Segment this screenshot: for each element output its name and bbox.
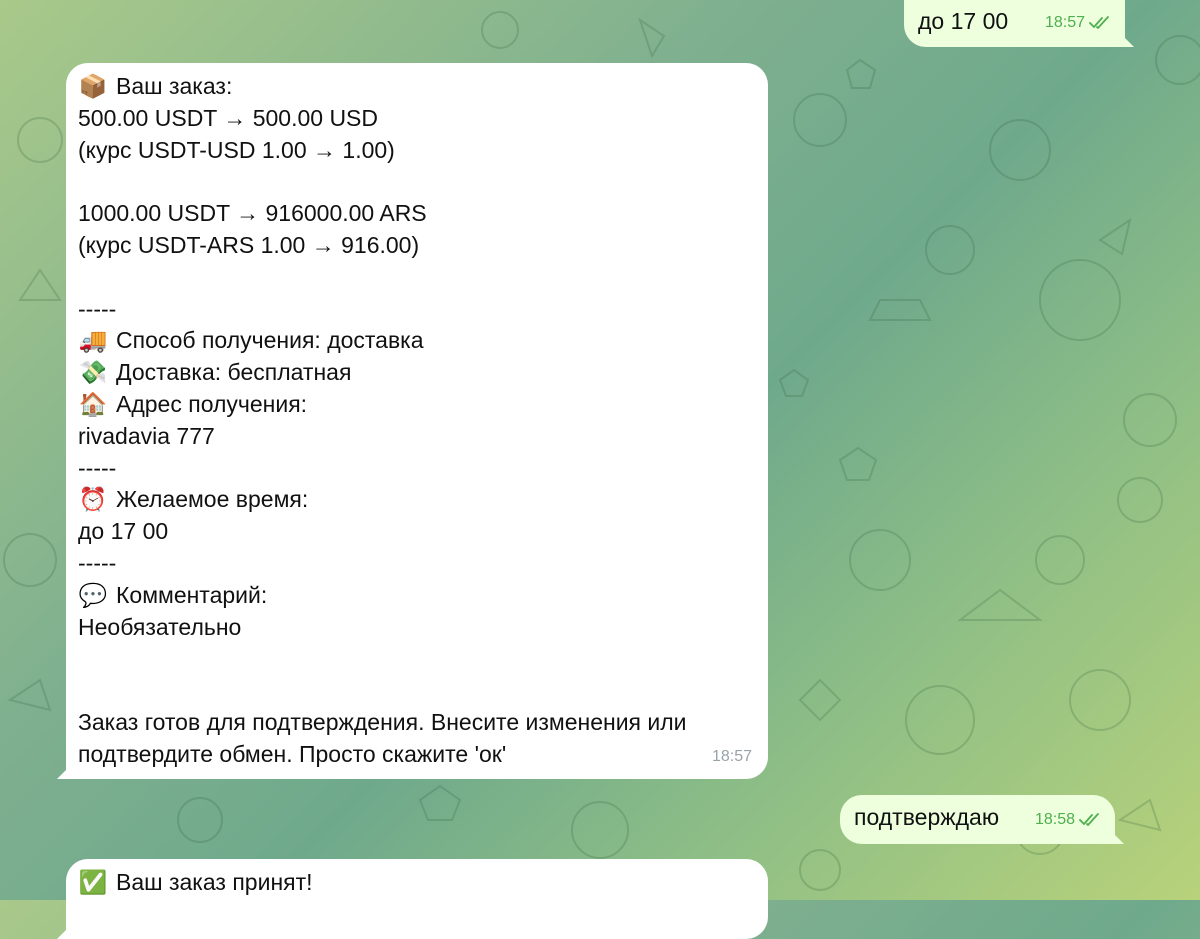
message-line-text: ----- <box>78 295 117 322</box>
message-line: 💸 Доставка: бесплатная <box>78 357 754 389</box>
message-line: до 17 00 <box>78 516 754 548</box>
message-line: ⏰ Желаемое время: <box>78 484 754 516</box>
message-time: 18:58 <box>1034 811 1075 829</box>
message-line-text: Комментарий: <box>116 581 268 608</box>
message-line: ----- <box>78 548 754 580</box>
message-line-text: подтвердите обмен. Просто скажите 'ок' <box>78 740 507 767</box>
message-line-text: Необязательно <box>78 613 242 640</box>
message-line-text: до 17 00 <box>78 518 169 545</box>
message-line-text: rivadavia 777 <box>78 422 215 449</box>
truck-icon: 🚚 <box>78 327 108 354</box>
message-line: Необязательно <box>78 612 754 644</box>
message-line: (курс USDT-ARS 1.00 → 916.00) <box>78 230 754 262</box>
message-line-text: Заказ готов для подтверждения. Внесите и… <box>78 708 687 735</box>
double-check-icon <box>1079 813 1099 826</box>
message-line: подтвердите обмен. Просто скажите 'ок' <box>78 739 754 771</box>
message-line: ✅ Ваш заказ принят! <box>78 867 754 899</box>
message-line: 💬 Комментарий: <box>78 580 754 612</box>
message-meta: 18:58 <box>1035 804 1101 836</box>
speech-bubble-icon: 💬 <box>78 581 108 608</box>
message-outgoing[interactable]: подтверждаю 18:58 <box>840 795 1115 844</box>
message-line: 🏠 Адрес получения: <box>78 389 754 421</box>
money-wings-icon: 💸 <box>78 359 108 386</box>
message-line: rivadavia 777 <box>78 421 754 453</box>
message-body: ✅ Ваш заказ принят! <box>78 867 754 899</box>
message-line-text: Ваш заказ: <box>116 73 233 99</box>
message-line <box>78 166 754 198</box>
message-line-text: (курс USDT-USD 1.00 → 1.00) <box>78 136 395 163</box>
message-meta: 18:57 <box>712 741 752 773</box>
message-line-text: Адрес получения: <box>116 390 308 417</box>
message-line <box>78 643 754 675</box>
message-line-text: Доставка: бесплатная <box>116 359 352 386</box>
message-line <box>78 262 754 294</box>
message-text: подтверждаю <box>854 804 1000 830</box>
message-line-text: ----- <box>78 549 117 576</box>
message-line: ----- <box>78 294 754 326</box>
house-icon: 🏠 <box>78 390 108 417</box>
message-text: до 17 00 <box>918 8 1009 34</box>
message-incoming[interactable]: ✅ Ваш заказ принят! <box>66 859 768 939</box>
message-incoming[interactable]: 📦 Ваш заказ: 500.00 USDT → 500.00 USD (курс… <box>66 63 768 779</box>
message-line-text: ----- <box>78 454 117 481</box>
message-line-text: (курс USDT-ARS 1.00 → 916.00) <box>78 231 420 258</box>
message-body: 📦 Ваш заказ: 500.00 USDT → 500.00 USD (курс… <box>78 71 754 771</box>
chat-history[interactable]: до 17 00 18:57 📦 Ваш заказ: 500.00 USDT → … <box>0 0 1200 939</box>
message-line-text: Способ получения: доставка <box>116 327 424 354</box>
message-line-text: 500.00 USDT → 500.00 USD <box>78 104 379 131</box>
alarm-clock-icon: ⏰ <box>78 486 108 513</box>
message-line: 1000.00 USDT → 916000.00 ARS <box>78 198 754 230</box>
message-line: 📦 Ваш заказ: <box>78 71 754 103</box>
message-outgoing[interactable]: до 17 00 18:57 <box>904 0 1125 47</box>
message-line: (курс USDT-USD 1.00 → 1.00) <box>78 135 754 167</box>
message-line: ----- <box>78 453 754 485</box>
message-time: 18:57 <box>711 748 752 766</box>
message-line: 500.00 USDT → 500.00 USD <box>78 103 754 135</box>
message-line-text: Ваш заказ принят! <box>116 869 313 895</box>
message-line: Заказ готов для подтверждения. Внесите и… <box>78 707 754 739</box>
message-line <box>78 675 754 707</box>
package-icon: 📦 <box>78 73 108 99</box>
double-check-icon <box>1089 16 1109 29</box>
message-line-text: Желаемое время: <box>116 486 309 513</box>
message-meta: 18:57 <box>1045 7 1111 39</box>
message-line: 🚚 Способ получения: доставка <box>78 325 754 357</box>
message-time: 18:57 <box>1044 14 1085 32</box>
check-mark-icon: ✅ <box>78 869 108 895</box>
message-line-text: 1000.00 USDT → 916000.00 ARS <box>78 200 427 227</box>
